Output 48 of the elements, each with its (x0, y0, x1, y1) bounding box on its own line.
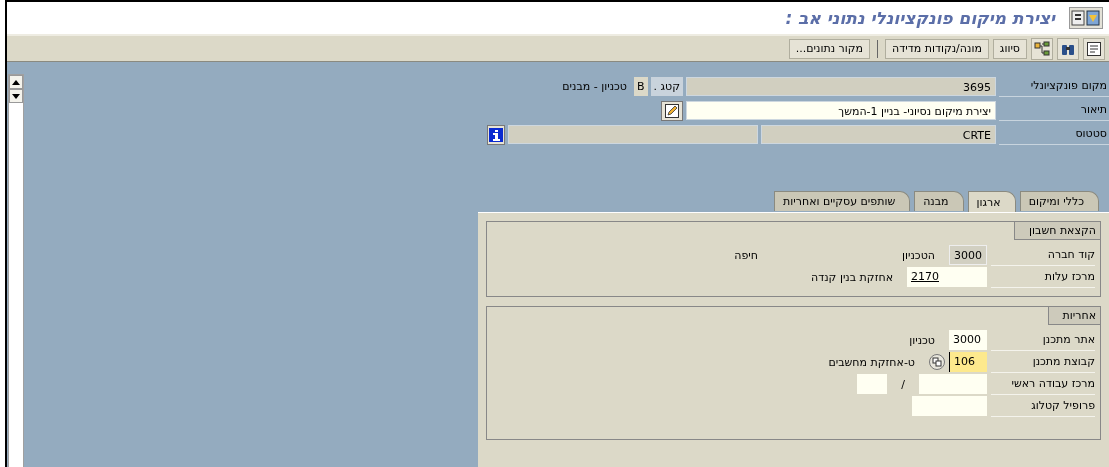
window-title: יצירת מיקום פונקציונלי נתוני אב : (785, 8, 1055, 28)
binoculars-icon[interactable] (1057, 37, 1079, 60)
input-field[interactable]: 3000 (949, 330, 987, 350)
status-field[interactable]: CRTE (761, 125, 996, 144)
category-text: טכניון - מבנים (562, 80, 627, 93)
separator-text: / (901, 377, 905, 391)
toolbar-button[interactable]: מקור נתונים... (788, 38, 871, 59)
scroll-down-icon[interactable] (9, 89, 23, 103)
field-label: קוד חברה (991, 244, 1095, 266)
field-label: סטטוס (999, 124, 1109, 145)
input-field[interactable] (857, 374, 888, 394)
field-label: קבוצת מתכנן (991, 351, 1095, 373)
scroll-up-icon[interactable] (9, 75, 23, 89)
field-label: מקום פונקציונלי (999, 76, 1109, 97)
system-icons[interactable] (1069, 7, 1103, 29)
hierarchy-icon[interactable] (1031, 37, 1053, 60)
field-label: פרופיל קטלוג (991, 395, 1095, 417)
document-icon[interactable] (1083, 37, 1105, 60)
field-description: חיפה (734, 248, 758, 262)
field-description: אחזקת בנין קנדה (811, 270, 893, 284)
input-field[interactable]: 106 (949, 352, 987, 372)
field-description: הטכניון (902, 248, 935, 262)
location-field[interactable]: 3695 (686, 77, 996, 96)
group-title: הקצאת חשבון (1014, 222, 1100, 240)
tab[interactable]: מבנה (914, 191, 964, 211)
group-title: אחריות (1047, 307, 1100, 325)
description-field[interactable]: יצירת מיקום נסיוני- בניין 1-המשך (686, 101, 996, 120)
field-description: ט-אחזקת מחשבים (828, 355, 915, 369)
field-label: אתר מתכנן (991, 329, 1095, 351)
input-field[interactable] (919, 374, 987, 394)
field-description: טכניון (909, 333, 935, 347)
scrollbar[interactable] (8, 74, 24, 467)
input-field[interactable] (912, 396, 987, 416)
tab[interactable]: ארגון (967, 191, 1016, 213)
edit-icon[interactable] (661, 100, 683, 121)
toolbar-button[interactable]: מונה/נקודות מדידה (885, 38, 989, 59)
field-label: תיאור (999, 100, 1109, 121)
tab[interactable]: שותפים עסקיים ואחריות (774, 191, 911, 211)
toolbar-button[interactable]: סיווג (992, 38, 1027, 59)
value-help-icon[interactable] (929, 354, 945, 370)
field-label: מרכז עבודה ראשי (991, 373, 1095, 395)
tab[interactable]: כללי ומיקום (1019, 191, 1099, 211)
input-field[interactable]: 3000 (949, 245, 987, 265)
category-field[interactable]: B (634, 77, 648, 96)
input-field[interactable]: 2170 (907, 267, 987, 287)
field-label: קטג . (650, 77, 683, 96)
info-icon[interactable] (487, 124, 505, 145)
field-label: מרכז עלות (991, 266, 1095, 288)
